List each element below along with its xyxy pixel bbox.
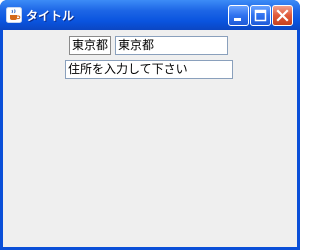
minimize-icon <box>234 18 241 21</box>
java-cup-icon[interactable] <box>6 7 22 23</box>
prefecture-label: 東京都 <box>69 36 111 55</box>
client-area: 東京都 東京都 住所を入力して下さい <box>3 30 297 247</box>
title-bar[interactable]: タイトル <box>0 0 300 30</box>
close-button[interactable] <box>272 5 293 26</box>
maximize-icon <box>254 9 267 22</box>
window-title: タイトル <box>26 9 75 23</box>
address-field[interactable]: 住所を入力して下さい <box>65 60 233 79</box>
maximize-button[interactable] <box>250 5 271 26</box>
minimize-button[interactable] <box>228 5 249 26</box>
prefecture-field[interactable]: 東京都 <box>115 36 228 55</box>
close-icon <box>276 9 289 22</box>
app-window: タイトル 東京都 東京都 住所を入力して下さい <box>0 0 300 250</box>
